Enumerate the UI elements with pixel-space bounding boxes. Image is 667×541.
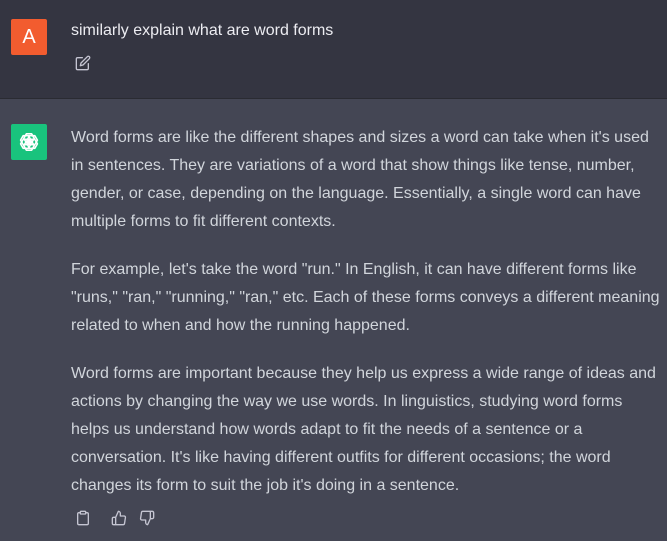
user-message-row: A similarly explain what are word forms xyxy=(0,0,667,99)
user-avatar: A xyxy=(11,19,47,55)
edit-message-button[interactable] xyxy=(72,52,94,74)
thumbs-up-button[interactable] xyxy=(108,507,130,529)
response-paragraph: Word forms are important because they he… xyxy=(71,365,656,494)
copy-button[interactable] xyxy=(72,507,94,529)
assistant-response: Word forms are like the different shapes… xyxy=(71,124,661,500)
thumbs-down-icon xyxy=(139,510,155,526)
user-avatar-letter: A xyxy=(22,26,36,48)
openai-logo-icon xyxy=(19,133,39,151)
edit-icon xyxy=(75,55,91,71)
thumbs-down-button[interactable] xyxy=(136,507,158,529)
thumbs-up-icon xyxy=(111,510,127,526)
user-message-text: similarly explain what are word forms xyxy=(71,22,334,39)
response-paragraph: Word forms are like the different shapes… xyxy=(71,129,649,230)
clipboard-icon xyxy=(77,510,89,526)
assistant-avatar xyxy=(11,124,47,160)
response-paragraph: For example, let's take the word "run." … xyxy=(71,261,660,334)
assistant-message-row: Word forms are like the different shapes… xyxy=(0,99,667,541)
